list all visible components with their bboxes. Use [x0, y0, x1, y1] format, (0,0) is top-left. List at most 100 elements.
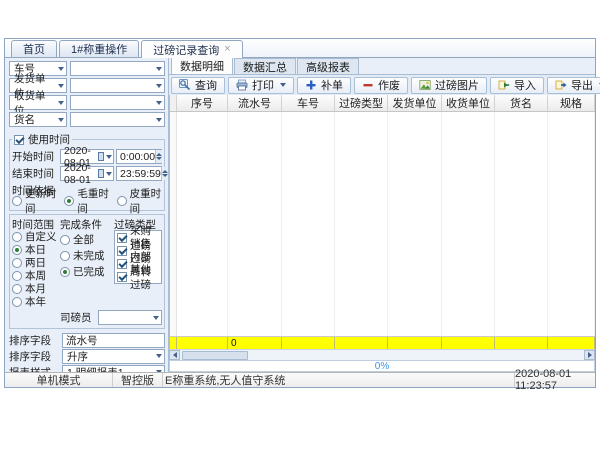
- radio-icon: [60, 235, 70, 245]
- view-tab-advanced-report[interactable]: 高级报表: [297, 58, 359, 74]
- radio-icon: [12, 258, 22, 268]
- status-system-name: E称重系统,无人值守系统: [163, 373, 515, 387]
- start-time-label: 开始时间: [12, 149, 58, 164]
- grid-header-row: 序号 流水号 车号 过磅类型 发货单位 收货单位 货名 规格: [170, 95, 595, 112]
- print-button[interactable]: 打印: [228, 77, 294, 94]
- query-button[interactable]: 查询: [171, 77, 225, 94]
- receiver-field-combo[interactable]: 收货单位: [9, 95, 67, 110]
- chevron-down-icon: [156, 67, 162, 71]
- scroll-left-button[interactable]: [169, 350, 180, 360]
- vehicle-value-combo[interactable]: [70, 61, 165, 76]
- radio-icon: [12, 297, 22, 307]
- basis-option-update[interactable]: 更新时间: [12, 196, 57, 207]
- column-header-seq[interactable]: 序号: [177, 95, 228, 111]
- radio-icon: [12, 196, 22, 206]
- supplement-order-button[interactable]: 补单: [297, 77, 351, 94]
- report-style-row: 报表样式 1.明细报表1: [9, 365, 165, 372]
- end-time-spinner[interactable]: 23:59:59: [116, 166, 162, 181]
- scroll-right-button[interactable]: [584, 350, 595, 360]
- radio-icon: [12, 245, 22, 255]
- checkbox-icon: [117, 246, 127, 256]
- weigh-photo-button[interactable]: 过磅图片: [411, 77, 487, 94]
- scrollbar-thumb[interactable]: [182, 351, 248, 360]
- goods-field-combo[interactable]: 货名: [9, 112, 67, 127]
- shipper-value-combo[interactable]: [70, 78, 165, 93]
- completion-label: 完成条件: [60, 217, 112, 229]
- sort-order-combo[interactable]: 升序: [62, 349, 165, 364]
- column-header-goods[interactable]: 货名: [495, 95, 548, 111]
- range-option-twodays[interactable]: 两日: [12, 257, 58, 268]
- tab-weigh-record-query-label: 过磅记录查询: [153, 42, 219, 58]
- use-time-legend: 使用时间: [12, 132, 72, 147]
- view-tab-summary[interactable]: 数据汇总: [234, 58, 296, 74]
- view-tab-detail[interactable]: 数据明细: [171, 57, 233, 74]
- query-filter-sidebar: 车号 发货单位 收货单位: [5, 58, 169, 372]
- radio-icon: [12, 271, 22, 281]
- results-panel: 数据明细 数据汇总 高级报表 查询 打: [169, 58, 595, 372]
- column-header-shipper[interactable]: 发货单位: [388, 95, 442, 111]
- radio-icon: [12, 232, 22, 242]
- completion-option-finished[interactable]: 已完成: [60, 266, 112, 277]
- horizontal-scrollbar[interactable]: [169, 349, 595, 360]
- goods-value-combo[interactable]: [70, 112, 165, 127]
- spinner-arrows-icon[interactable]: [155, 150, 162, 163]
- calendar-icon: [98, 152, 104, 161]
- radio-icon: [64, 196, 74, 206]
- chevron-down-icon: [156, 84, 162, 88]
- radio-icon: [60, 251, 70, 261]
- column-header-weigh-type[interactable]: 过磅类型: [335, 95, 388, 111]
- use-time-group: 使用时间 开始时间 2020-08-01 0:00:00: [9, 132, 165, 211]
- tab-weighing-operation[interactable]: 1#称重操作: [59, 40, 139, 57]
- range-option-custom[interactable]: 自定义: [12, 231, 58, 242]
- export-button[interactable]: 导出: [547, 77, 600, 94]
- spinner-arrows-icon[interactable]: [161, 167, 168, 180]
- arrow-right-icon: [588, 352, 592, 358]
- column-header-serial[interactable]: 流水号: [228, 95, 282, 111]
- goods-field-label: 货名: [14, 112, 35, 127]
- image-icon: [419, 79, 431, 91]
- range-option-year[interactable]: 本年: [12, 296, 58, 307]
- void-button[interactable]: 作废: [354, 77, 408, 94]
- tab-home-label: 首页: [23, 41, 45, 57]
- chevron-down-icon: [156, 118, 162, 122]
- filter-row-goods: 货名: [9, 112, 165, 127]
- column-header-vehicle[interactable]: 车号: [282, 95, 335, 111]
- chevron-down-icon[interactable]: [280, 83, 286, 87]
- end-date-picker[interactable]: 2020-08-01: [60, 166, 114, 181]
- sort-field-row: 排序字段 流水号: [9, 333, 165, 347]
- report-style-label: 报表样式: [9, 365, 59, 373]
- column-header-receiver[interactable]: 收货单位: [442, 95, 495, 111]
- report-style-combo[interactable]: 1.明细报表1: [62, 365, 165, 373]
- tab-weigh-record-query[interactable]: 过磅记录查询 ×: [141, 40, 242, 58]
- row-indicator-column: [170, 112, 177, 336]
- completion-option-unfinished[interactable]: 未完成: [60, 250, 112, 261]
- close-icon[interactable]: ×: [224, 44, 230, 55]
- sort-field-input[interactable]: 流水号: [62, 333, 165, 348]
- progress-percent: 0%: [375, 361, 389, 372]
- column-header-spec[interactable]: 规格: [548, 95, 595, 111]
- view-tab-strip: 数据明细 数据汇总 高级报表: [169, 58, 595, 75]
- weigher-combo[interactable]: [98, 310, 162, 325]
- start-time-spinner[interactable]: 0:00:00: [116, 149, 162, 164]
- range-type-columns: 时间范围 自定义 本日 两日 本周 本月 本年 完成条件 全部 未完成: [12, 217, 162, 307]
- use-time-checkbox[interactable]: [14, 135, 24, 145]
- desktop-canvas: 首页 1#称重操作 过磅记录查询 × 车号: [0, 0, 600, 450]
- receiver-value-combo[interactable]: [70, 95, 165, 110]
- end-date-value: 2020-08-01: [64, 162, 96, 186]
- range-option-month[interactable]: 本月: [12, 283, 58, 294]
- status-datetime: 2020-08-01 11:23:57: [515, 373, 595, 387]
- range-option-today[interactable]: 本日: [12, 244, 58, 255]
- basis-option-gross[interactable]: 毛重时间: [64, 196, 109, 207]
- checkbox-icon: [117, 233, 127, 243]
- calendar-icon: [98, 169, 104, 178]
- import-button[interactable]: 导入: [490, 77, 544, 94]
- grid-body-empty[interactable]: [170, 112, 595, 336]
- type-option-other[interactable]: 其他过磅: [117, 271, 159, 282]
- weigher-label: 司磅员: [60, 310, 94, 325]
- tab-home[interactable]: 首页: [11, 40, 57, 57]
- radio-icon: [117, 196, 127, 206]
- summary-row: 0: [170, 336, 595, 349]
- basis-option-tare[interactable]: 皮重时间: [117, 196, 162, 207]
- completion-option-all[interactable]: 全部: [60, 234, 112, 245]
- range-option-week[interactable]: 本周: [12, 270, 58, 281]
